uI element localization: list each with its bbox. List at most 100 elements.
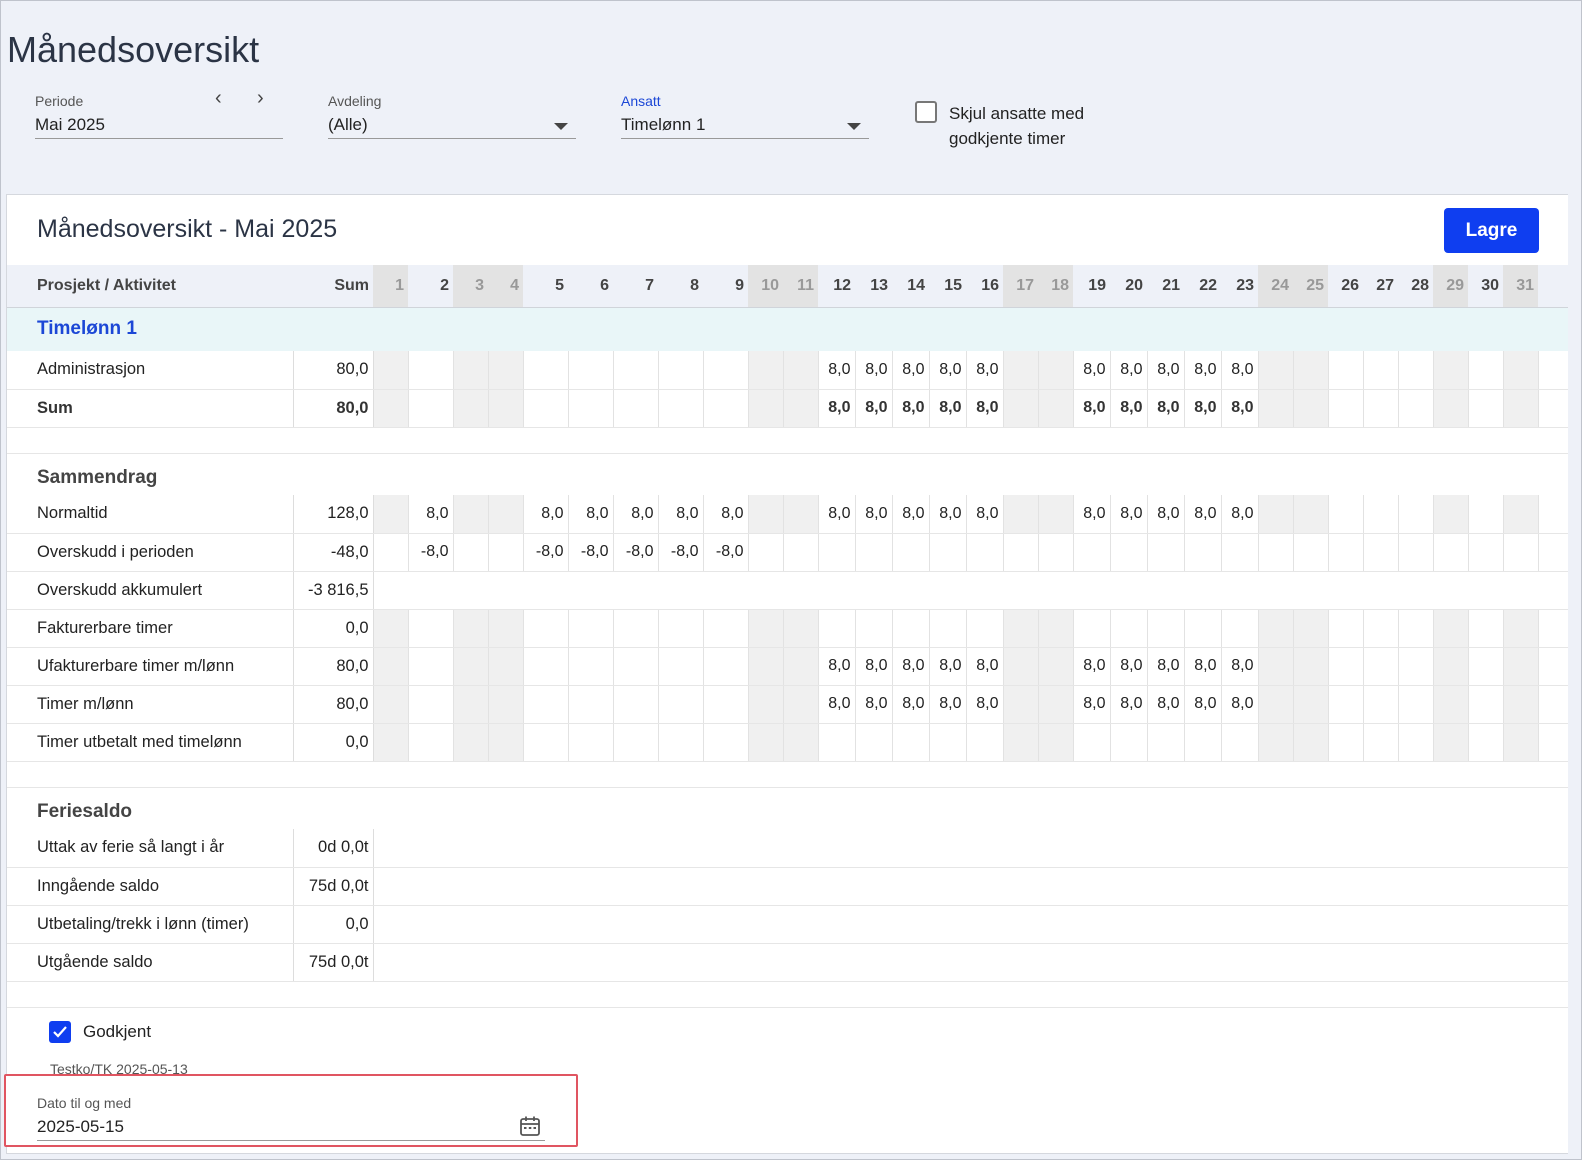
day-cell[interactable]: 8,0 bbox=[1146, 351, 1185, 390]
day-cell[interactable] bbox=[1292, 533, 1329, 572]
day-cell[interactable] bbox=[487, 495, 524, 534]
day-cell[interactable] bbox=[965, 609, 1004, 648]
day-cell[interactable] bbox=[891, 533, 930, 572]
day-cell[interactable] bbox=[372, 533, 409, 572]
day-cell[interactable] bbox=[1362, 495, 1399, 534]
avdeling-select[interactable]: Avdeling (Alle) bbox=[328, 93, 576, 139]
day-cell[interactable]: 8,0 bbox=[854, 685, 893, 724]
day-cell[interactable] bbox=[1397, 647, 1434, 686]
day-cell[interactable]: 8,0 bbox=[1146, 647, 1185, 686]
day-cell[interactable]: 8,0 bbox=[1183, 495, 1222, 534]
calendar-icon[interactable] bbox=[519, 1115, 541, 1137]
day-cell[interactable]: 8,0 bbox=[612, 495, 659, 534]
day-cell[interactable]: -8,0 bbox=[657, 533, 704, 572]
day-cell[interactable] bbox=[1220, 533, 1259, 572]
day-cell[interactable] bbox=[372, 647, 409, 686]
day-cell[interactable] bbox=[1467, 609, 1504, 648]
day-cell[interactable] bbox=[1002, 723, 1039, 762]
day-cell[interactable] bbox=[1037, 533, 1074, 572]
day-cell[interactable] bbox=[1397, 685, 1434, 724]
day-cell[interactable] bbox=[1432, 723, 1469, 762]
day-cell[interactable] bbox=[1220, 609, 1259, 648]
day-cell[interactable] bbox=[567, 609, 614, 648]
day-cell[interactable] bbox=[567, 389, 614, 428]
day-cell[interactable]: 8,0 bbox=[1072, 495, 1111, 534]
day-cell[interactable]: 8,0 bbox=[1220, 495, 1259, 534]
day-cell[interactable] bbox=[1397, 533, 1434, 572]
day-cell[interactable] bbox=[522, 723, 569, 762]
day-cell[interactable] bbox=[1037, 609, 1074, 648]
day-cell[interactable]: 8,0 bbox=[1109, 647, 1148, 686]
day-cell[interactable]: 8,0 bbox=[928, 495, 967, 534]
day-cell[interactable] bbox=[747, 685, 784, 724]
day-cell[interactable]: 8,0 bbox=[854, 647, 893, 686]
day-cell[interactable]: 8,0 bbox=[965, 647, 1004, 686]
day-cell[interactable] bbox=[1467, 647, 1504, 686]
day-cell[interactable] bbox=[747, 533, 784, 572]
day-cell[interactable]: 8,0 bbox=[965, 351, 1004, 390]
day-cell[interactable]: 8,0 bbox=[891, 685, 930, 724]
day-cell[interactable] bbox=[1362, 685, 1399, 724]
day-cell[interactable] bbox=[657, 609, 704, 648]
day-cell[interactable] bbox=[1257, 723, 1294, 762]
day-cell[interactable] bbox=[657, 723, 704, 762]
day-cell[interactable] bbox=[747, 495, 784, 534]
day-cell[interactable] bbox=[487, 647, 524, 686]
day-cell[interactable] bbox=[1072, 609, 1111, 648]
day-cell[interactable] bbox=[1467, 685, 1504, 724]
day-cell[interactable] bbox=[747, 389, 784, 428]
day-cell[interactable] bbox=[1502, 609, 1539, 648]
day-cell[interactable] bbox=[522, 351, 569, 390]
day-cell[interactable] bbox=[1037, 351, 1074, 390]
day-cell[interactable] bbox=[487, 609, 524, 648]
day-cell[interactable]: -8,0 bbox=[407, 533, 454, 572]
day-cell[interactable] bbox=[782, 647, 819, 686]
day-cell[interactable]: -8,0 bbox=[612, 533, 659, 572]
day-cell[interactable] bbox=[657, 389, 704, 428]
day-cell[interactable] bbox=[452, 609, 489, 648]
day-cell[interactable] bbox=[1292, 723, 1329, 762]
day-cell[interactable]: 8,0 bbox=[928, 389, 967, 428]
day-cell[interactable]: 8,0 bbox=[702, 495, 749, 534]
day-cell[interactable] bbox=[1502, 495, 1539, 534]
day-cell[interactable] bbox=[1327, 647, 1364, 686]
day-cell[interactable]: 8,0 bbox=[1146, 685, 1185, 724]
day-cell[interactable] bbox=[452, 647, 489, 686]
day-cell[interactable] bbox=[522, 647, 569, 686]
day-cell[interactable] bbox=[1037, 495, 1074, 534]
day-cell[interactable] bbox=[1432, 351, 1469, 390]
day-cell[interactable] bbox=[1146, 609, 1185, 648]
day-cell[interactable] bbox=[1257, 351, 1294, 390]
day-cell[interactable] bbox=[1220, 723, 1259, 762]
day-cell[interactable] bbox=[1467, 723, 1504, 762]
periode-filter[interactable]: Periode Mai 2025 ‹ › bbox=[35, 87, 283, 139]
day-cell[interactable]: 8,0 bbox=[1109, 495, 1148, 534]
day-cell[interactable] bbox=[891, 609, 930, 648]
day-cell[interactable] bbox=[1002, 647, 1039, 686]
day-cell[interactable] bbox=[487, 351, 524, 390]
day-cell[interactable] bbox=[702, 609, 749, 648]
day-cell[interactable] bbox=[612, 351, 659, 390]
day-cell[interactable] bbox=[1146, 723, 1185, 762]
day-cell[interactable] bbox=[1397, 351, 1434, 390]
day-cell[interactable] bbox=[407, 723, 454, 762]
day-cell[interactable] bbox=[782, 685, 819, 724]
day-cell[interactable]: 8,0 bbox=[567, 495, 614, 534]
day-cell[interactable] bbox=[1072, 533, 1111, 572]
day-cell[interactable] bbox=[702, 685, 749, 724]
day-cell[interactable]: 8,0 bbox=[965, 495, 1004, 534]
caret-down-icon[interactable] bbox=[847, 123, 861, 130]
day-cell[interactable]: 8,0 bbox=[1183, 351, 1222, 390]
day-cell[interactable] bbox=[1397, 723, 1434, 762]
day-cell[interactable] bbox=[747, 609, 784, 648]
day-cell[interactable] bbox=[657, 351, 704, 390]
day-cell[interactable] bbox=[372, 609, 409, 648]
day-cell[interactable] bbox=[452, 685, 489, 724]
day-cell[interactable] bbox=[928, 533, 967, 572]
day-cell[interactable] bbox=[1502, 685, 1539, 724]
day-cell[interactable] bbox=[1362, 647, 1399, 686]
day-cell[interactable] bbox=[1362, 533, 1399, 572]
day-cell[interactable] bbox=[1183, 723, 1222, 762]
day-cell[interactable] bbox=[1183, 533, 1222, 572]
day-cell[interactable] bbox=[1467, 533, 1504, 572]
